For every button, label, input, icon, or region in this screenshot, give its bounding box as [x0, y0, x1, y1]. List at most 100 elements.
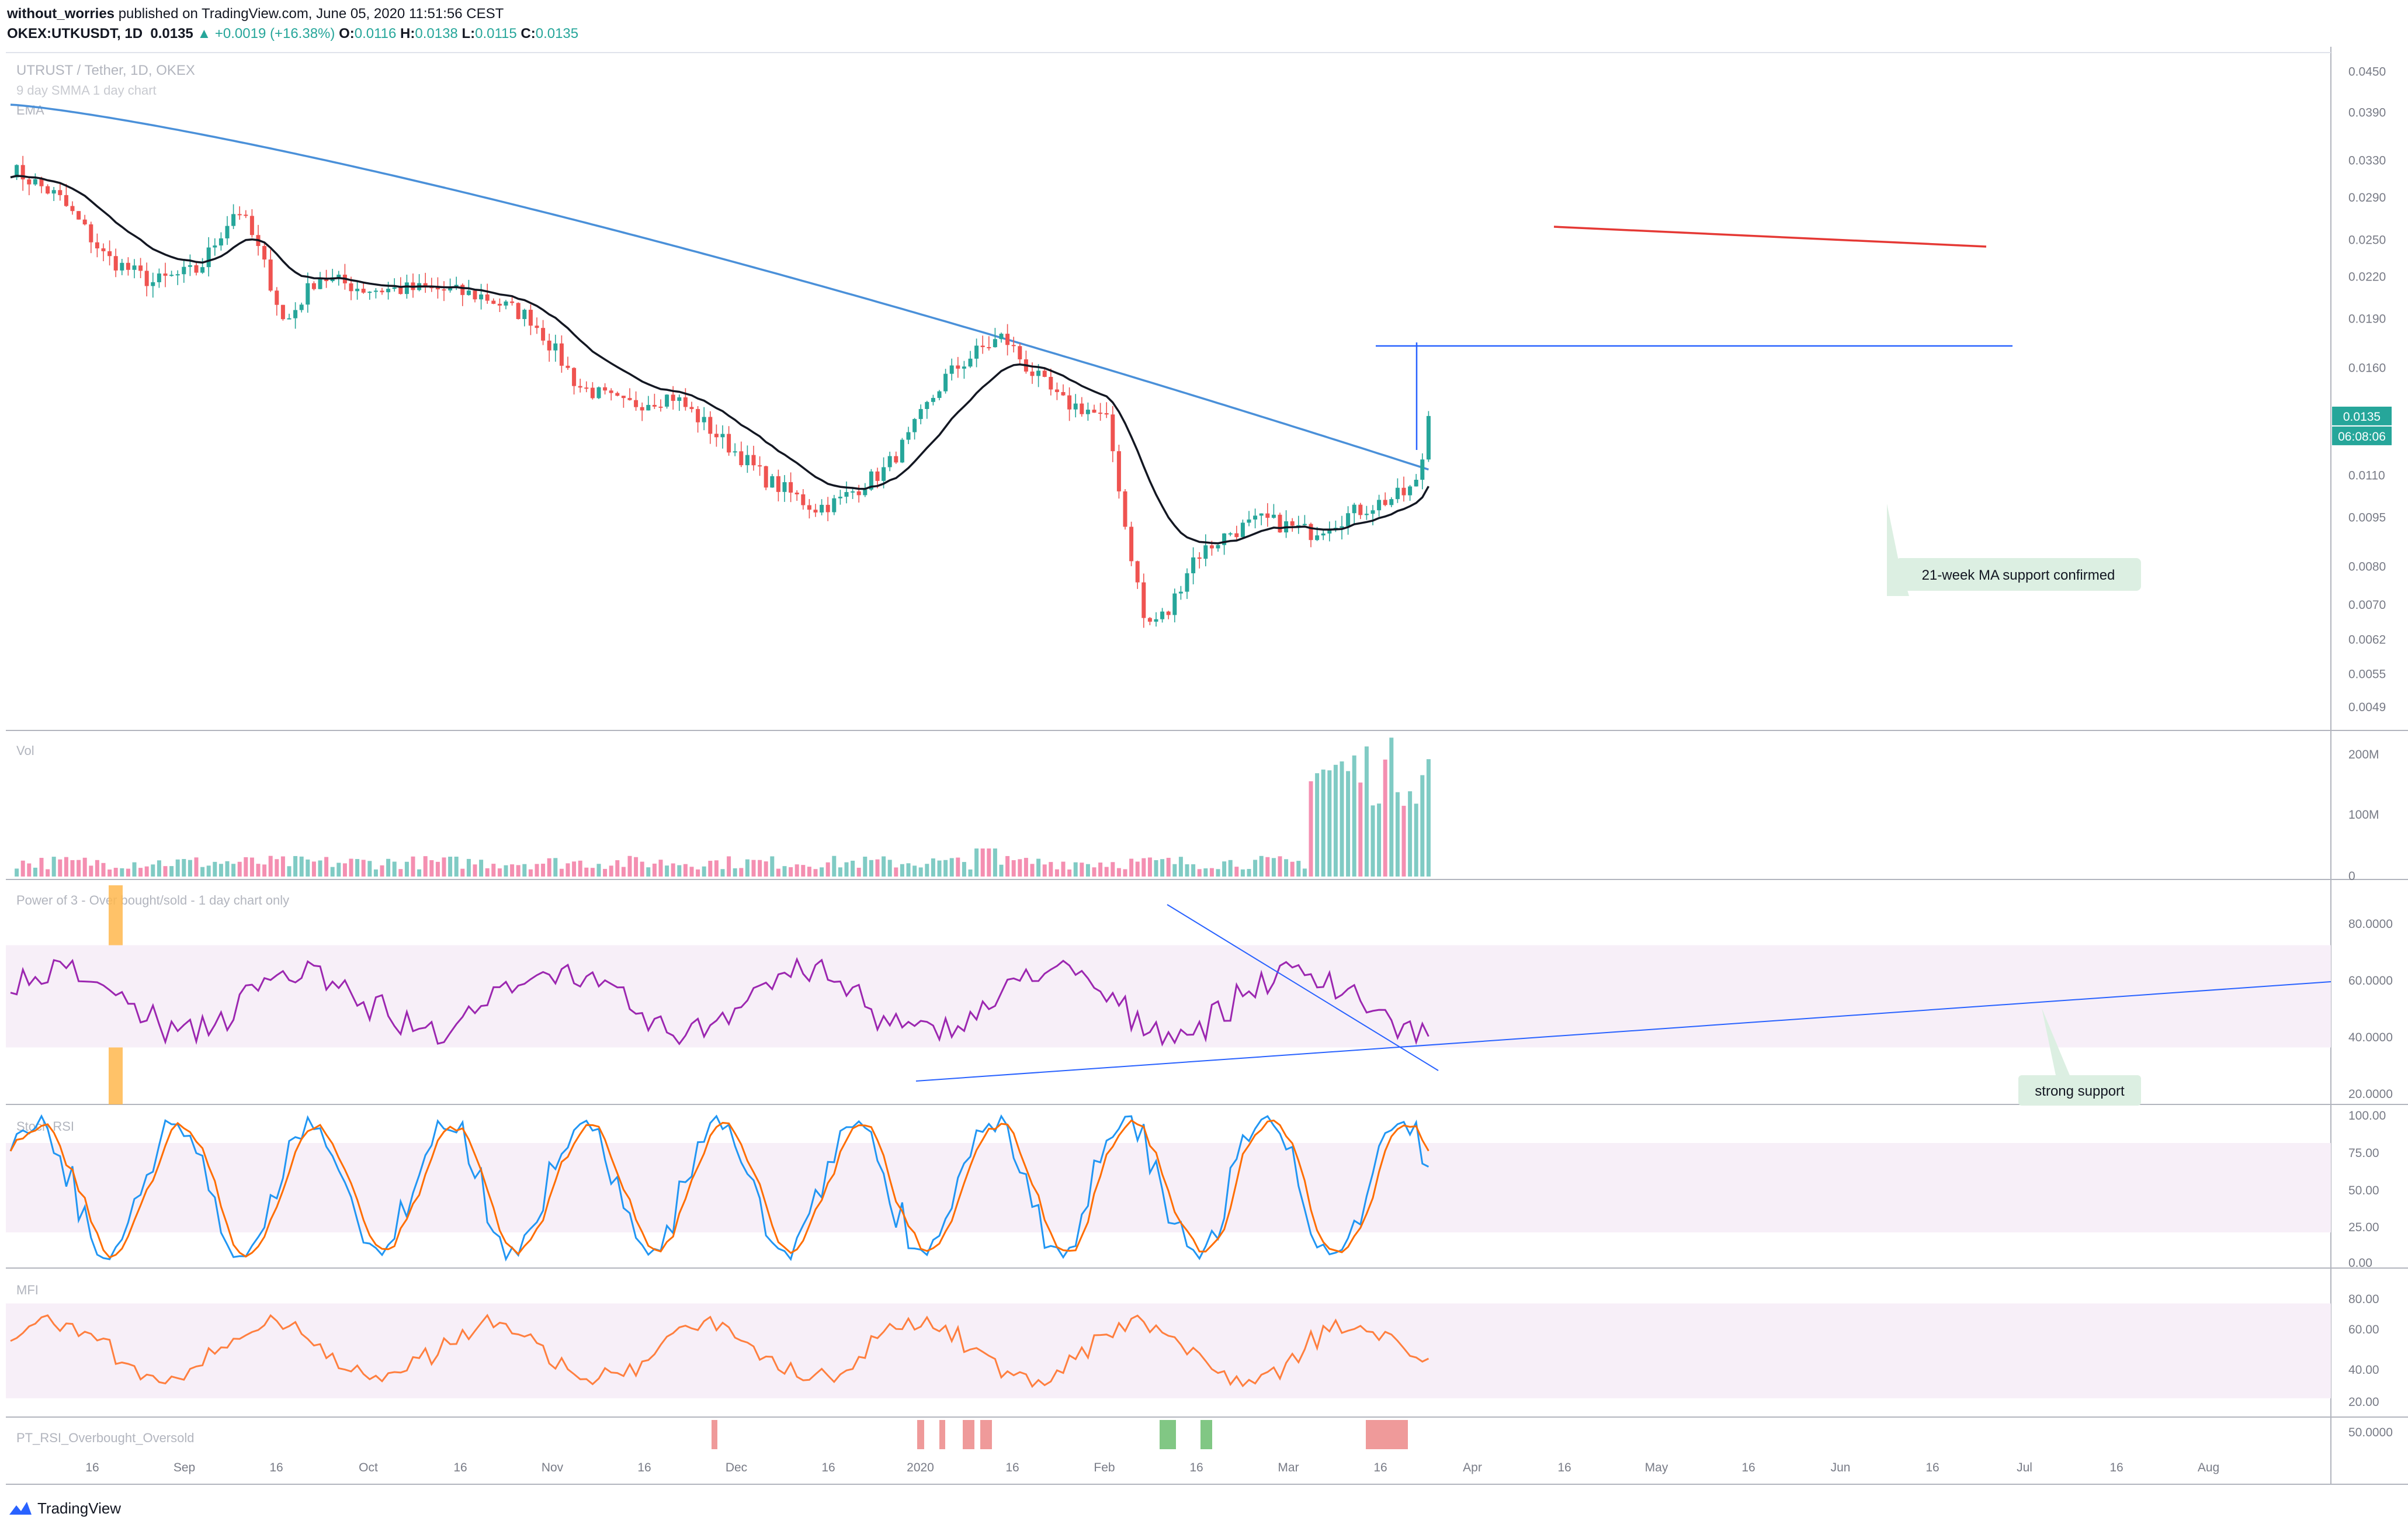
- volume-bar: [268, 855, 273, 877]
- volume-bar: [491, 864, 496, 877]
- candle: [559, 343, 564, 366]
- candle: [615, 393, 620, 396]
- mfi-axis-tick: 40.00: [2348, 1363, 2379, 1377]
- volume-bar: [206, 865, 211, 877]
- candle: [311, 283, 316, 289]
- time-axis-tick: 16: [269, 1461, 283, 1474]
- volume-bar: [225, 861, 230, 877]
- candle: [1352, 504, 1356, 514]
- candle: [733, 451, 737, 453]
- volume-bar: [293, 855, 298, 877]
- candle: [696, 408, 700, 422]
- volume-bar: [448, 857, 453, 877]
- volume-bar: [727, 856, 731, 877]
- candle: [931, 397, 935, 402]
- volume-title: Vol: [16, 743, 34, 758]
- volume-bar: [1278, 856, 1282, 877]
- time-axis-tick: Sep: [174, 1461, 195, 1474]
- candle: [677, 397, 682, 401]
- candle: [194, 265, 199, 273]
- candle: [51, 190, 56, 194]
- candle: [293, 310, 298, 318]
- candle: [404, 282, 409, 295]
- price-axis-tick: 0.0220: [2348, 270, 2386, 283]
- candle: [1209, 545, 1214, 549]
- volume-bar: [39, 858, 44, 877]
- candle: [1178, 591, 1183, 594]
- volume-bar: [887, 860, 892, 877]
- candle: [336, 275, 341, 278]
- volume-bar: [182, 858, 186, 877]
- volume-bar: [77, 860, 81, 877]
- volume-bar: [1011, 860, 1016, 877]
- candle: [1302, 524, 1307, 525]
- tradingview-logo-icon[interactable]: [7, 1498, 33, 1517]
- price-axis-tick: 0.0110: [2348, 469, 2385, 482]
- volume-bar: [194, 857, 199, 877]
- volume-bar: [1123, 869, 1127, 877]
- candle: [58, 190, 63, 195]
- time-axis-tick: Nov: [542, 1461, 564, 1474]
- candle: [565, 365, 570, 368]
- volume-bar: [1042, 864, 1047, 877]
- volume-bar: [1352, 755, 1356, 877]
- volume-bar: [1389, 737, 1394, 877]
- volume-bar: [373, 869, 378, 877]
- candle: [485, 294, 490, 301]
- volume-bar: [442, 857, 446, 877]
- candle: [491, 300, 496, 304]
- candle: [1253, 515, 1258, 520]
- volume-bar: [820, 867, 824, 877]
- volume-bar: [615, 860, 620, 877]
- volume-bar: [411, 856, 415, 877]
- candle: [1370, 510, 1375, 514]
- candle: [1395, 487, 1400, 500]
- candle: [912, 419, 917, 432]
- candle: [1036, 370, 1041, 376]
- time-axis-tick: Apr: [1463, 1461, 1482, 1474]
- volume-bar: [1408, 791, 1413, 877]
- price-axis-tick: 0.0250: [2348, 234, 2386, 247]
- volume-bar: [1253, 860, 1258, 877]
- brand-name[interactable]: TradingView: [37, 1499, 121, 1518]
- volume-bar: [479, 860, 484, 877]
- volume-bar: [138, 868, 143, 877]
- volume-bar: [882, 856, 886, 877]
- volume-bar: [144, 866, 149, 877]
- volume-bar: [851, 860, 855, 877]
- candle: [851, 491, 855, 493]
- candle: [1278, 514, 1282, 533]
- candle: [1011, 345, 1016, 347]
- candle: [1228, 533, 1233, 535]
- volume-bar: [330, 867, 335, 877]
- candle: [46, 186, 50, 194]
- candle: [144, 271, 149, 286]
- candle: [882, 467, 886, 481]
- volume-bar: [918, 867, 923, 877]
- volume-bar: [64, 857, 68, 877]
- candle: [609, 390, 613, 393]
- candle: [1426, 415, 1431, 460]
- volume-bar: [454, 856, 459, 877]
- pt-signal-bar: [712, 1420, 717, 1449]
- volume-bar: [1036, 858, 1041, 877]
- pt-signal-bar: [1200, 1420, 1212, 1449]
- candle: [789, 482, 793, 493]
- volume-bar: [708, 861, 713, 877]
- volume-bar: [931, 858, 935, 877]
- time-axis-tick: Aug: [2198, 1461, 2219, 1474]
- volume-bar: [1240, 869, 1245, 877]
- time-axis-tick: Oct: [359, 1461, 378, 1474]
- volume-bar: [516, 865, 521, 877]
- candle: [473, 290, 477, 300]
- time-axis-tick: Mar: [1278, 1461, 1299, 1474]
- time-axis-tick: 16: [637, 1461, 651, 1474]
- volume-bar: [733, 868, 737, 877]
- volume-bar: [789, 867, 793, 877]
- candle: [1172, 593, 1177, 615]
- volume-bar: [188, 860, 192, 877]
- chart-area[interactable]: 0.0450 0.0390 0.0330 0.0290 0.0250 0.0220 0.01…: [0, 0, 2408, 1489]
- candle: [1061, 392, 1066, 396]
- pt-signal-bar: [917, 1420, 924, 1449]
- volume-bar: [1147, 857, 1152, 877]
